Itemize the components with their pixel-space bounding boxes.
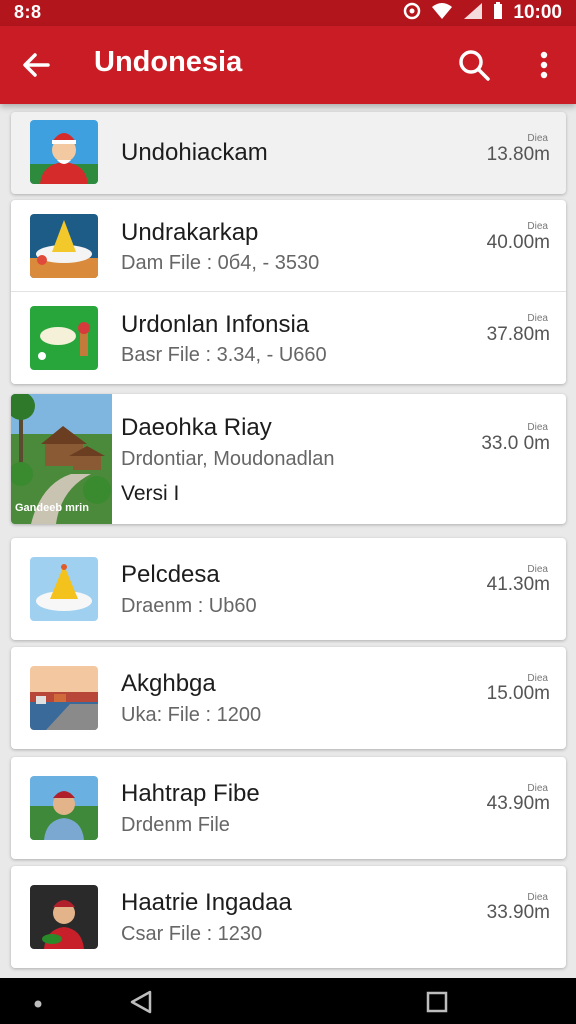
item-title: Undohiackam <box>121 139 268 166</box>
item-title: Pelcdesa <box>121 561 220 588</box>
signal-icon <box>463 2 483 25</box>
list-item[interactable]: Haatrie Ingadaa Csar File : 1230 Diea 33… <box>11 866 566 968</box>
item-subtitle: Drdenm File <box>121 814 230 836</box>
item-thumbnail <box>30 557 98 621</box>
item-size-value: 33.0 0m <box>481 433 550 454</box>
item-subtitle: Drdontiar, Moudonadlan <box>121 448 335 470</box>
notification-icon <box>403 2 421 25</box>
list-item-featured[interactable]: Gandeeb mrin Daeohka Riay Drdontiar, Mou… <box>11 394 566 524</box>
list-card: Undohiackam Diea 13.80m <box>11 112 566 194</box>
back-arrow-icon[interactable] <box>18 47 54 83</box>
status-bar: 8:8 10:00 <box>0 0 576 26</box>
battery-icon <box>493 1 503 25</box>
image-caption: Gandeeb mrin <box>15 502 89 514</box>
list-item[interactable]: Undrakarkap Dam File : 0б4, - 3530 Diea … <box>11 200 566 292</box>
item-thumbnail <box>30 120 98 184</box>
item-title: Haatrie Ingadaa <box>121 889 292 916</box>
item-featured-image: Gandeeb mrin <box>11 394 112 524</box>
system-navigation-bar <box>0 978 576 1024</box>
item-size-value: 13.80m <box>486 144 550 165</box>
item-size-value: 15.00m <box>486 683 550 704</box>
item-subtitle: Draenm : Ub60 <box>121 595 257 617</box>
item-thumbnail <box>30 776 98 840</box>
item-size-value: 43.90m <box>486 793 550 814</box>
item-size-label: Diea <box>527 422 548 433</box>
status-clock: 10:00 <box>513 2 562 23</box>
list-card: Pelcdesa Draenm : Ub60 Diea 41.30m <box>11 538 566 640</box>
app-bar: Undonesia <box>0 26 576 104</box>
item-subtitle: Dam File : 0б4, - 3530 <box>121 252 320 274</box>
item-title: Urdonlan Infonsia <box>121 311 310 338</box>
list-card: Gandeeb mrin Daeohka Riay Drdontiar, Mou… <box>11 394 566 524</box>
list-card: Akghbga Uka: File : 1200 Diea 15.00m <box>11 647 566 749</box>
status-left-text: 8:8 <box>14 2 42 22</box>
page-title: Undonesia <box>94 46 243 78</box>
item-title: Akghbga <box>121 670 216 697</box>
item-size-label: Diea <box>527 313 548 324</box>
search-icon[interactable] <box>456 47 492 83</box>
item-subtitle: Csar File : 1230 <box>121 923 263 945</box>
wifi-icon <box>431 2 453 25</box>
item-size-label: Diea <box>527 221 548 232</box>
list-item[interactable]: Akghbga Uka: File : 1200 Diea 15.00m <box>11 647 566 749</box>
item-size-label: Diea <box>527 133 548 144</box>
item-subtitle: Basr File : 3.34, - U660 <box>121 344 327 366</box>
nav-back-icon[interactable] <box>128 989 154 1015</box>
item-title: Hahtrap Fibe <box>121 780 260 807</box>
list-item[interactable]: Hahtrap Fibe Drdenm File Diea 43.90m <box>11 757 566 859</box>
list-item[interactable]: Urdonlan Infonsia Basr File : 3.34, - U6… <box>11 292 566 384</box>
item-version: Versi I <box>121 482 180 505</box>
list-item[interactable]: Pelcdesa Draenm : Ub60 Diea 41.30m <box>11 538 566 640</box>
nav-dot-icon[interactable] <box>33 996 43 1008</box>
item-size-value: 37.80m <box>486 324 550 345</box>
item-size-value: 33.90m <box>486 902 550 923</box>
list-card: Hahtrap Fibe Drdenm File Diea 43.90m <box>11 757 566 859</box>
list-card: Haatrie Ingadaa Csar File : 1230 Diea 33… <box>11 866 566 968</box>
item-size-value: 40.00m <box>486 232 550 253</box>
item-thumbnail <box>30 214 98 278</box>
nav-recents-icon[interactable] <box>425 990 449 1014</box>
item-title: Daeohka Riay <box>121 414 272 441</box>
item-thumbnail <box>30 666 98 730</box>
list-item[interactable]: Undohiackam Diea 13.80m <box>11 112 566 194</box>
list-card: Undrakarkap Dam File : 0б4, - 3530 Diea … <box>11 200 566 384</box>
item-title: Undrakarkap <box>121 219 259 246</box>
item-thumbnail <box>30 306 98 370</box>
item-subtitle: Uka: File : 1200 <box>121 704 262 726</box>
item-size-value: 41.30m <box>486 574 550 595</box>
more-options-icon[interactable] <box>530 47 558 83</box>
item-thumbnail <box>30 885 98 949</box>
